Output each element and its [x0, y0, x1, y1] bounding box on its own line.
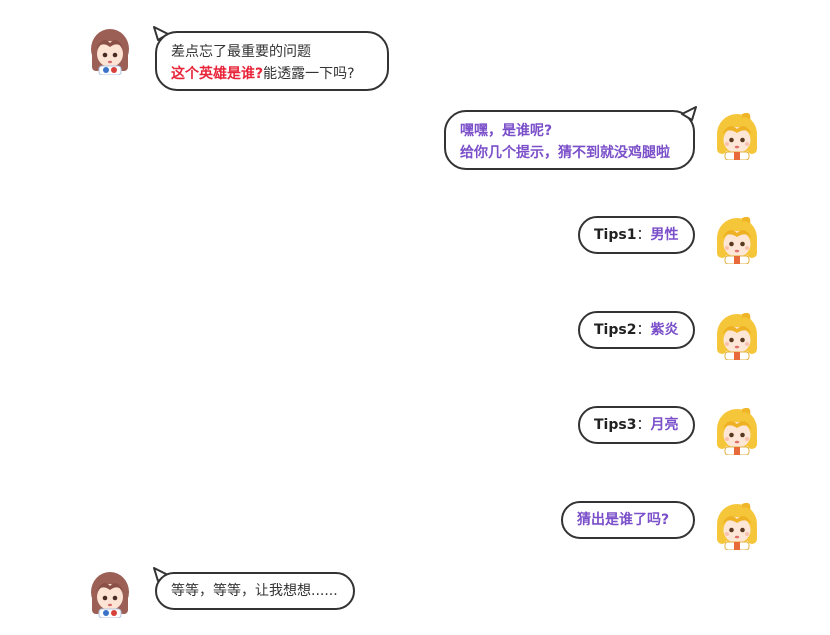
message-bubble-right: 猜出是谁了吗?	[561, 501, 695, 539]
message-text: 嘿嘿，是谁呢?	[460, 123, 553, 139]
message-highlight-text: 这个英雄是谁?	[171, 66, 264, 82]
message-bubble-left: 差点忘了最重要的问题 这个英雄是谁?能透露一下吗?	[155, 31, 389, 91]
message-text: 能透露一下吗?	[263, 66, 355, 82]
tip-separator: ：	[636, 417, 651, 433]
blonde-girl-avatar-icon	[716, 502, 758, 550]
blonde-girl-avatar-icon	[716, 112, 758, 160]
tip-value: 月亮	[650, 417, 679, 433]
tip-value: 紫炎	[650, 322, 679, 338]
tip-bubble: Tips3：月亮	[578, 406, 695, 444]
tip-separator: ：	[636, 227, 651, 243]
blonde-girl-avatar-icon	[716, 407, 758, 455]
brown-hair-girl-avatar-icon	[90, 571, 130, 618]
tip-label: Tips3	[594, 417, 637, 433]
message-bubble-right: 嘿嘿，是谁呢? 给你几个提示，猜不到就没鸡腿啦	[444, 110, 695, 170]
tip-label: Tips2	[594, 322, 637, 338]
message-text: 猜出是谁了吗?	[577, 512, 670, 528]
message-text: 给你几个提示，猜不到就没鸡腿啦	[460, 145, 670, 161]
tip-bubble: Tips1：男性	[578, 216, 695, 254]
tip-separator: ：	[636, 322, 651, 338]
tip-value: 男性	[650, 227, 679, 243]
message-bubble-left: 等等，等等，让我想想......	[155, 572, 355, 610]
bubble-tail	[681, 106, 697, 121]
tip-bubble: Tips2：紫炎	[578, 311, 695, 349]
brown-hair-girl-avatar-icon	[90, 28, 130, 75]
message-text: 等等，等等，让我想想......	[171, 583, 338, 599]
tip-label: Tips1	[594, 227, 637, 243]
blonde-girl-avatar-icon	[716, 216, 758, 264]
blonde-girl-avatar-icon	[716, 312, 758, 360]
message-text: 差点忘了最重要的问题	[171, 44, 311, 60]
